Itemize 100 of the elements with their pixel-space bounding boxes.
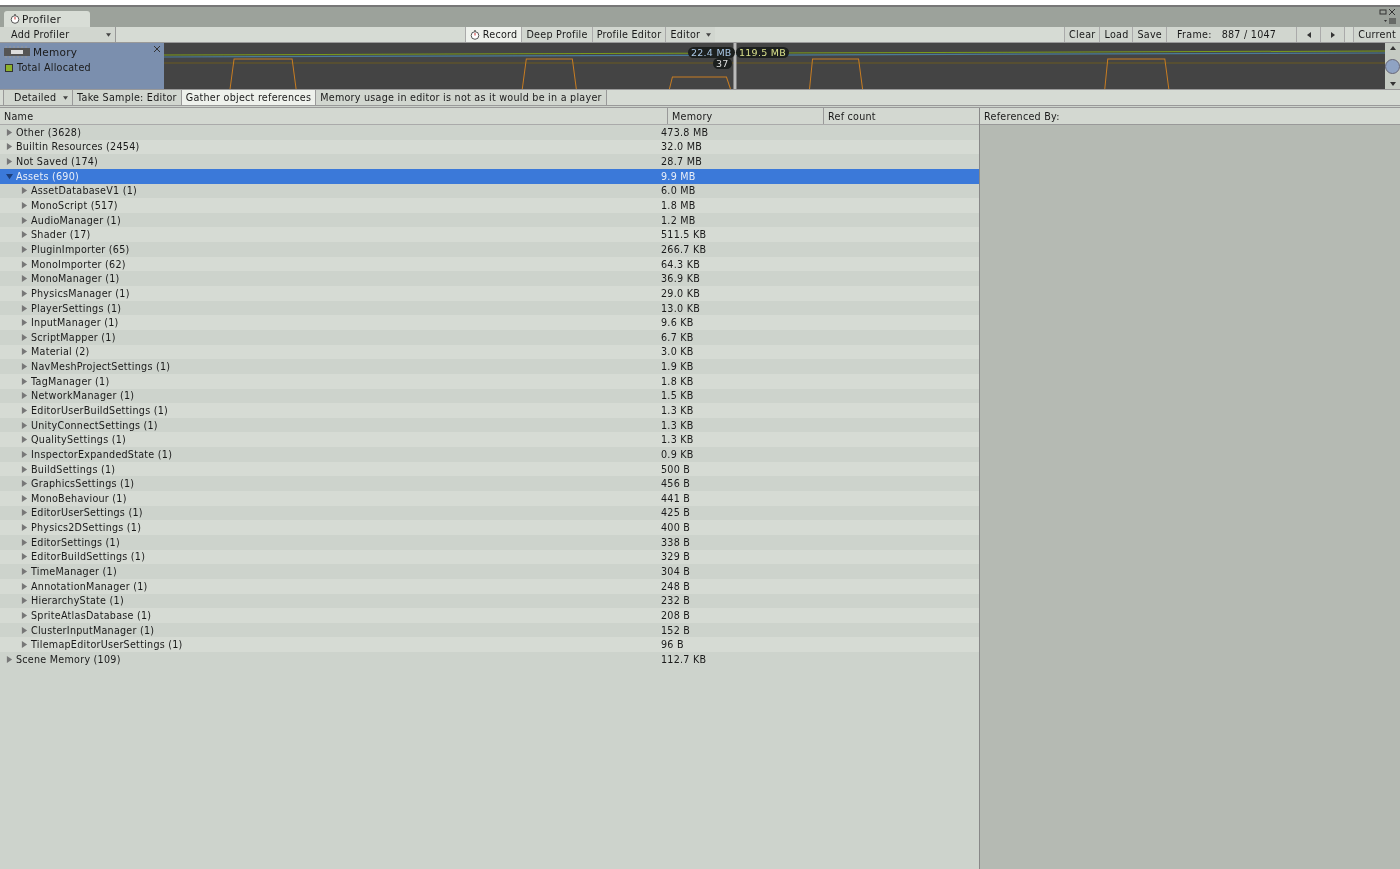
expand-arrow-icon[interactable] (21, 363, 28, 371)
scrollbar[interactable] (1385, 43, 1400, 89)
expand-arrow-icon[interactable] (21, 319, 28, 327)
toolbar-button[interactable]: Clear (1064, 27, 1100, 42)
table-row[interactable]: QualitySettings (1) 1.3 KB (0, 432, 979, 448)
expand-arrow-icon[interactable] (21, 407, 28, 414)
add-profiler-dropdown[interactable]: Add Profiler (0, 27, 116, 42)
expand-arrow-icon[interactable] (21, 231, 28, 239)
profiler-tab[interactable]: Profiler (4, 11, 90, 27)
menu-icon[interactable] (1384, 17, 1396, 25)
memory-value: 1.2 MB (661, 214, 696, 226)
expand-arrow-icon[interactable] (21, 377, 28, 385)
table-row[interactable]: EditorUserBuildSettings (1) 1.3 KB (0, 403, 979, 418)
scroll-up-arrow-icon[interactable] (1389, 46, 1396, 50)
row-name: NavMeshProjectSettings (1) (31, 361, 171, 373)
expand-arrow-icon[interactable] (21, 260, 28, 268)
toolbar-button[interactable]: Gather object references (181, 90, 317, 105)
table-row[interactable]: PhysicsManager (1) 29.0 KB (0, 286, 979, 301)
expand-arrow-icon[interactable] (21, 641, 28, 649)
column-header[interactable]: Referenced By: (980, 108, 1400, 125)
toolbar-dropdown[interactable]: Editor (665, 27, 716, 42)
memory-panel[interactable]: Memory Total Allocated (0, 43, 164, 89)
maximize-icon[interactable] (1379, 8, 1387, 16)
toolbar-button[interactable]: Profile Editor (591, 27, 666, 42)
memory-chip-icon (3, 45, 31, 59)
column-header[interactable]: Name (0, 108, 668, 124)
expand-arrow-icon[interactable] (21, 333, 28, 341)
table-row[interactable]: MonoBehaviour (1) 441 B (0, 491, 979, 506)
left-arrow-icon (1306, 31, 1311, 38)
expand-arrow-icon[interactable] (6, 158, 13, 166)
toolbar-button[interactable]: Load (1099, 27, 1133, 42)
memory-value: 248 B (661, 580, 691, 592)
expand-arrow-icon[interactable] (21, 611, 28, 619)
column-header[interactable]: Memory (668, 108, 824, 124)
expand-arrow-icon[interactable] (21, 436, 28, 444)
view-mode-dropdown[interactable]: Detailed (3, 90, 73, 105)
row-name: InspectorExpandedState (1) (31, 448, 173, 460)
expand-arrow-icon[interactable] (21, 348, 28, 356)
expand-arrow-icon[interactable] (6, 128, 13, 136)
expand-arrow-icon[interactable] (21, 289, 28, 297)
memory-value: 6.7 KB (661, 331, 694, 343)
scroll-down-arrow-icon[interactable] (1389, 82, 1396, 86)
expand-arrow-icon[interactable] (21, 509, 28, 517)
table-row[interactable]: InputManager (1) 9.6 KB (0, 315, 979, 330)
previous-frame-button[interactable] (1296, 27, 1321, 42)
table-row[interactable]: Physics2DSettings (1) 400 B (0, 520, 979, 535)
row-name: EditorUserBuildSettings (1) (31, 405, 169, 416)
expand-arrow-icon[interactable] (21, 626, 28, 634)
frame-number: 887 / 1047 (1217, 27, 1297, 42)
expand-arrow-icon[interactable] (21, 582, 28, 590)
memory-value: 208 B (661, 609, 691, 621)
expand-arrow-icon[interactable] (21, 245, 28, 253)
expand-arrow-icon[interactable] (21, 597, 28, 605)
expand-arrow-icon[interactable] (21, 538, 28, 546)
expand-arrow-icon[interactable] (21, 480, 28, 488)
row-name: AnnotationManager (1) (31, 580, 148, 592)
row-name: Not Saved (174) (16, 156, 99, 168)
column-header[interactable]: Ref count (824, 108, 979, 124)
expand-arrow-icon[interactable] (21, 568, 28, 576)
record-button[interactable]: Record (464, 27, 522, 42)
value-tooltip: 37 (713, 58, 732, 69)
expand-arrow-icon[interactable] (21, 216, 28, 224)
expand-arrow-icon[interactable] (21, 304, 28, 312)
row-name: TilemapEditorUserSettings (1) (31, 639, 183, 651)
expand-arrow-icon[interactable] (21, 187, 28, 195)
panel-title: Memory (33, 46, 78, 58)
memory-value: 13.0 KB (661, 302, 701, 314)
expand-arrow-icon[interactable] (21, 494, 28, 502)
right-arrow-icon (1330, 31, 1335, 38)
close-icon[interactable] (153, 45, 161, 53)
table-row[interactable]: MonoScript (517) 1.8 MB (0, 198, 979, 213)
expand-arrow-icon[interactable] (21, 421, 28, 429)
table-row[interactable]: Shader (17) 511.5 KB (0, 227, 979, 243)
toolbar-button[interactable]: Save (1132, 27, 1167, 42)
expand-arrow-icon[interactable] (6, 655, 13, 663)
row-name: Material (2) (31, 346, 90, 358)
current-button[interactable]: Current (1353, 27, 1400, 42)
memory-value: 28.7 MB (661, 156, 703, 168)
close-icon[interactable] (1388, 8, 1396, 16)
table-row[interactable]: TilemapEditorUserSettings (1) 96 B (0, 637, 979, 653)
row-name: ClusterInputManager (1) (31, 624, 155, 636)
toolbar-button[interactable]: Take Sample: Editor (73, 90, 182, 105)
row-name: MonoScript (517) (31, 200, 118, 211)
row-name: Scene Memory (109) (16, 653, 121, 665)
row-name: Physics2DSettings (1) (31, 522, 142, 534)
expand-arrow-icon[interactable] (21, 553, 28, 561)
next-frame-button[interactable] (1320, 27, 1345, 42)
expand-arrow-icon[interactable] (21, 524, 28, 532)
expand-arrow-icon[interactable] (21, 465, 28, 473)
expand-arrow-icon[interactable] (6, 143, 13, 151)
expand-arrow-icon[interactable] (21, 202, 28, 209)
expand-arrow-icon[interactable] (21, 392, 28, 400)
collapse-arrow-icon[interactable] (6, 172, 13, 180)
table-row[interactable]: SpriteAtlasDatabase (1) 208 B (0, 608, 979, 623)
row-name: TimeManager (1) (31, 566, 117, 578)
toolbar-button[interactable]: Deep Profile (521, 27, 592, 42)
memory-value: 96 B (661, 639, 684, 651)
expand-arrow-icon[interactable] (21, 275, 28, 283)
scroll-thumb[interactable] (1385, 58, 1400, 74)
expand-arrow-icon[interactable] (21, 450, 28, 458)
